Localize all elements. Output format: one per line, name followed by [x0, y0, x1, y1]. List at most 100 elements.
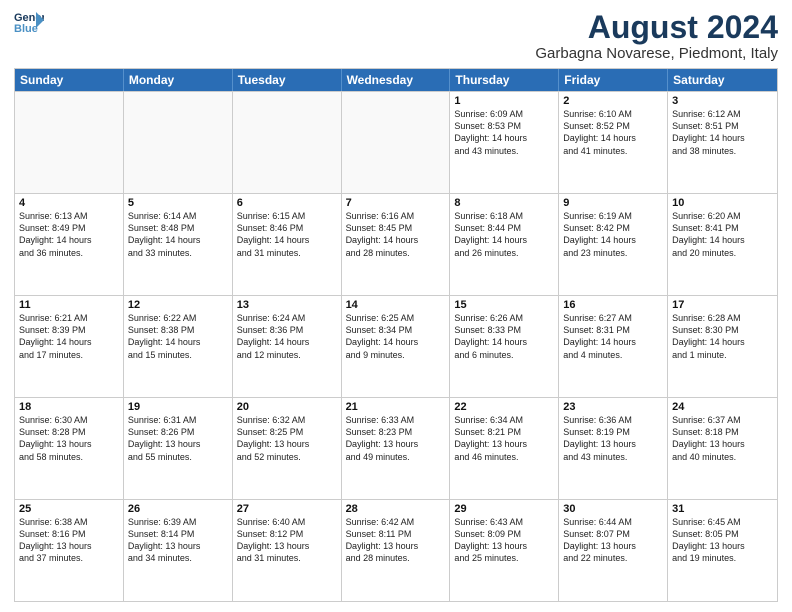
- calendar-row-1: 4Sunrise: 6:13 AM Sunset: 8:49 PM Daylig…: [15, 193, 777, 295]
- day-cell-16: 16Sunrise: 6:27 AM Sunset: 8:31 PM Dayli…: [559, 296, 668, 397]
- day-info: Sunrise: 6:15 AM Sunset: 8:46 PM Dayligh…: [237, 210, 337, 259]
- header: General Blue August 2024 Garbagna Novare…: [14, 10, 778, 62]
- day-number: 28: [346, 503, 446, 515]
- day-info: Sunrise: 6:45 AM Sunset: 8:05 PM Dayligh…: [672, 516, 773, 565]
- day-info: Sunrise: 6:25 AM Sunset: 8:34 PM Dayligh…: [346, 312, 446, 361]
- day-number: 9: [563, 197, 663, 209]
- day-number: 30: [563, 503, 663, 515]
- day-info: Sunrise: 6:10 AM Sunset: 8:52 PM Dayligh…: [563, 108, 663, 157]
- month-title: August 2024: [535, 10, 778, 45]
- day-cell-28: 28Sunrise: 6:42 AM Sunset: 8:11 PM Dayli…: [342, 500, 451, 601]
- day-info: Sunrise: 6:42 AM Sunset: 8:11 PM Dayligh…: [346, 516, 446, 565]
- day-number: 22: [454, 401, 554, 413]
- day-cell-30: 30Sunrise: 6:44 AM Sunset: 8:07 PM Dayli…: [559, 500, 668, 601]
- empty-cell-0-2: [233, 92, 342, 193]
- day-cell-17: 17Sunrise: 6:28 AM Sunset: 8:30 PM Dayli…: [668, 296, 777, 397]
- header-day-tuesday: Tuesday: [233, 69, 342, 91]
- calendar-row-3: 18Sunrise: 6:30 AM Sunset: 8:28 PM Dayli…: [15, 397, 777, 499]
- day-info: Sunrise: 6:16 AM Sunset: 8:45 PM Dayligh…: [346, 210, 446, 259]
- day-number: 23: [563, 401, 663, 413]
- day-info: Sunrise: 6:20 AM Sunset: 8:41 PM Dayligh…: [672, 210, 773, 259]
- day-cell-20: 20Sunrise: 6:32 AM Sunset: 8:25 PM Dayli…: [233, 398, 342, 499]
- header-day-sunday: Sunday: [15, 69, 124, 91]
- day-number: 3: [672, 95, 773, 107]
- day-info: Sunrise: 6:33 AM Sunset: 8:23 PM Dayligh…: [346, 414, 446, 463]
- day-number: 7: [346, 197, 446, 209]
- day-number: 4: [19, 197, 119, 209]
- day-cell-22: 22Sunrise: 6:34 AM Sunset: 8:21 PM Dayli…: [450, 398, 559, 499]
- day-number: 6: [237, 197, 337, 209]
- day-number: 20: [237, 401, 337, 413]
- day-info: Sunrise: 6:27 AM Sunset: 8:31 PM Dayligh…: [563, 312, 663, 361]
- day-number: 11: [19, 299, 119, 311]
- empty-cell-0-3: [342, 92, 451, 193]
- calendar-row-0: 1Sunrise: 6:09 AM Sunset: 8:53 PM Daylig…: [15, 91, 777, 193]
- header-day-monday: Monday: [124, 69, 233, 91]
- day-number: 18: [19, 401, 119, 413]
- day-info: Sunrise: 6:30 AM Sunset: 8:28 PM Dayligh…: [19, 414, 119, 463]
- location-title: Garbagna Novarese, Piedmont, Italy: [535, 45, 778, 62]
- day-info: Sunrise: 6:09 AM Sunset: 8:53 PM Dayligh…: [454, 108, 554, 157]
- day-cell-15: 15Sunrise: 6:26 AM Sunset: 8:33 PM Dayli…: [450, 296, 559, 397]
- day-number: 17: [672, 299, 773, 311]
- day-info: Sunrise: 6:24 AM Sunset: 8:36 PM Dayligh…: [237, 312, 337, 361]
- title-block: August 2024 Garbagna Novarese, Piedmont,…: [535, 10, 778, 62]
- day-info: Sunrise: 6:39 AM Sunset: 8:14 PM Dayligh…: [128, 516, 228, 565]
- day-cell-4: 4Sunrise: 6:13 AM Sunset: 8:49 PM Daylig…: [15, 194, 124, 295]
- calendar: SundayMondayTuesdayWednesdayThursdayFrid…: [14, 68, 778, 602]
- day-info: Sunrise: 6:26 AM Sunset: 8:33 PM Dayligh…: [454, 312, 554, 361]
- day-info: Sunrise: 6:36 AM Sunset: 8:19 PM Dayligh…: [563, 414, 663, 463]
- day-number: 14: [346, 299, 446, 311]
- day-cell-10: 10Sunrise: 6:20 AM Sunset: 8:41 PM Dayli…: [668, 194, 777, 295]
- calendar-header: SundayMondayTuesdayWednesdayThursdayFrid…: [15, 69, 777, 91]
- day-info: Sunrise: 6:12 AM Sunset: 8:51 PM Dayligh…: [672, 108, 773, 157]
- day-info: Sunrise: 6:19 AM Sunset: 8:42 PM Dayligh…: [563, 210, 663, 259]
- header-day-friday: Friday: [559, 69, 668, 91]
- day-cell-24: 24Sunrise: 6:37 AM Sunset: 8:18 PM Dayli…: [668, 398, 777, 499]
- day-number: 8: [454, 197, 554, 209]
- day-info: Sunrise: 6:32 AM Sunset: 8:25 PM Dayligh…: [237, 414, 337, 463]
- day-cell-29: 29Sunrise: 6:43 AM Sunset: 8:09 PM Dayli…: [450, 500, 559, 601]
- day-cell-31: 31Sunrise: 6:45 AM Sunset: 8:05 PM Dayli…: [668, 500, 777, 601]
- calendar-row-2: 11Sunrise: 6:21 AM Sunset: 8:39 PM Dayli…: [15, 295, 777, 397]
- day-info: Sunrise: 6:40 AM Sunset: 8:12 PM Dayligh…: [237, 516, 337, 565]
- calendar-row-4: 25Sunrise: 6:38 AM Sunset: 8:16 PM Dayli…: [15, 499, 777, 601]
- day-cell-13: 13Sunrise: 6:24 AM Sunset: 8:36 PM Dayli…: [233, 296, 342, 397]
- header-day-thursday: Thursday: [450, 69, 559, 91]
- day-cell-5: 5Sunrise: 6:14 AM Sunset: 8:48 PM Daylig…: [124, 194, 233, 295]
- header-day-saturday: Saturday: [668, 69, 777, 91]
- day-info: Sunrise: 6:22 AM Sunset: 8:38 PM Dayligh…: [128, 312, 228, 361]
- day-cell-8: 8Sunrise: 6:18 AM Sunset: 8:44 PM Daylig…: [450, 194, 559, 295]
- day-info: Sunrise: 6:38 AM Sunset: 8:16 PM Dayligh…: [19, 516, 119, 565]
- empty-cell-0-0: [15, 92, 124, 193]
- page: General Blue August 2024 Garbagna Novare…: [0, 0, 792, 612]
- day-cell-3: 3Sunrise: 6:12 AM Sunset: 8:51 PM Daylig…: [668, 92, 777, 193]
- day-cell-12: 12Sunrise: 6:22 AM Sunset: 8:38 PM Dayli…: [124, 296, 233, 397]
- day-cell-27: 27Sunrise: 6:40 AM Sunset: 8:12 PM Dayli…: [233, 500, 342, 601]
- svg-text:Blue: Blue: [14, 23, 38, 34]
- day-number: 13: [237, 299, 337, 311]
- day-cell-21: 21Sunrise: 6:33 AM Sunset: 8:23 PM Dayli…: [342, 398, 451, 499]
- day-info: Sunrise: 6:18 AM Sunset: 8:44 PM Dayligh…: [454, 210, 554, 259]
- day-info: Sunrise: 6:31 AM Sunset: 8:26 PM Dayligh…: [128, 414, 228, 463]
- day-number: 27: [237, 503, 337, 515]
- day-cell-25: 25Sunrise: 6:38 AM Sunset: 8:16 PM Dayli…: [15, 500, 124, 601]
- day-cell-23: 23Sunrise: 6:36 AM Sunset: 8:19 PM Dayli…: [559, 398, 668, 499]
- day-cell-11: 11Sunrise: 6:21 AM Sunset: 8:39 PM Dayli…: [15, 296, 124, 397]
- day-cell-1: 1Sunrise: 6:09 AM Sunset: 8:53 PM Daylig…: [450, 92, 559, 193]
- day-number: 24: [672, 401, 773, 413]
- day-number: 29: [454, 503, 554, 515]
- day-info: Sunrise: 6:37 AM Sunset: 8:18 PM Dayligh…: [672, 414, 773, 463]
- day-number: 16: [563, 299, 663, 311]
- day-number: 12: [128, 299, 228, 311]
- day-number: 25: [19, 503, 119, 515]
- day-cell-2: 2Sunrise: 6:10 AM Sunset: 8:52 PM Daylig…: [559, 92, 668, 193]
- logo: General Blue: [14, 10, 44, 34]
- day-cell-9: 9Sunrise: 6:19 AM Sunset: 8:42 PM Daylig…: [559, 194, 668, 295]
- day-cell-18: 18Sunrise: 6:30 AM Sunset: 8:28 PM Dayli…: [15, 398, 124, 499]
- day-info: Sunrise: 6:13 AM Sunset: 8:49 PM Dayligh…: [19, 210, 119, 259]
- day-number: 15: [454, 299, 554, 311]
- day-cell-7: 7Sunrise: 6:16 AM Sunset: 8:45 PM Daylig…: [342, 194, 451, 295]
- day-info: Sunrise: 6:44 AM Sunset: 8:07 PM Dayligh…: [563, 516, 663, 565]
- day-cell-26: 26Sunrise: 6:39 AM Sunset: 8:14 PM Dayli…: [124, 500, 233, 601]
